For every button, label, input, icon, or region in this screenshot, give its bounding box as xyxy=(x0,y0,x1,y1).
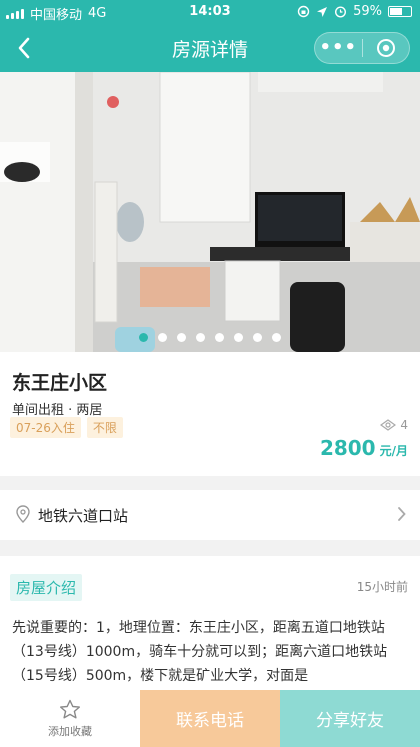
status-right: 59% xyxy=(297,4,412,19)
view-count: 4 xyxy=(380,418,408,432)
battery-icon xyxy=(388,6,412,17)
add-favorite-button[interactable]: 添加收藏 xyxy=(0,690,140,747)
price-value: 2800 xyxy=(319,436,376,460)
target-close-icon xyxy=(376,39,395,57)
listing-tags: 07-26入住 不限 xyxy=(10,417,123,438)
bottom-action-bar: 添加收藏 联系电话 分享好友 xyxy=(0,690,420,747)
listing-info-card: 东王庄小区 单间出租 · 两居 07-26入住 不限 4 2800 元/月 xyxy=(0,352,420,476)
carousel-dot[interactable] xyxy=(177,333,186,342)
share-friend-button[interactable]: 分享好友 xyxy=(280,690,420,747)
add-favorite-label: 添加收藏 xyxy=(48,724,92,738)
location-label: 地铁六道口站 xyxy=(38,507,129,525)
carousel-dot[interactable] xyxy=(215,333,224,342)
contact-phone-button[interactable]: 联系电话 xyxy=(140,690,280,747)
photo-carousel[interactable] xyxy=(0,72,420,352)
section-title: 房屋介绍 xyxy=(10,574,83,601)
listing-title: 东王庄小区 xyxy=(12,372,108,394)
carousel-dot[interactable] xyxy=(234,333,243,342)
location-arrow-icon xyxy=(317,6,328,17)
star-icon xyxy=(60,699,80,718)
carousel-indicator xyxy=(0,333,420,342)
move-in-date-tag: 07-26入住 xyxy=(10,417,81,438)
location-row[interactable]: 地铁六道口站 xyxy=(0,490,420,540)
more-button[interactable]: ••• xyxy=(315,33,362,63)
alarm-icon xyxy=(335,6,347,18)
app-root: 中国移动 4G 14:03 59% 房源详情 ••• 东王庄小区 单间出租 · … xyxy=(0,0,420,747)
description-text: 先说重要的：1，地理位置：东王庄小区，距离五道口地铁站（13号线）1000m，骑… xyxy=(12,620,388,684)
posted-time: 15小时前 xyxy=(356,580,408,594)
miniprogram-capsule: ••• xyxy=(314,32,410,64)
status-bar: 中国移动 4G 14:03 59% xyxy=(0,0,420,24)
listing-subtitle: 单间出租 · 两居 xyxy=(12,403,103,418)
carousel-dot[interactable] xyxy=(158,333,167,342)
eye-icon xyxy=(380,419,397,431)
gender-limit-tag: 不限 xyxy=(86,417,123,438)
price-unit: 元/月 xyxy=(379,444,408,458)
chevron-right-icon xyxy=(398,507,406,521)
carousel-dot[interactable] xyxy=(253,333,262,342)
top-bar: 中国移动 4G 14:03 59% 房源详情 ••• xyxy=(0,0,420,72)
carousel-dot[interactable] xyxy=(272,333,281,342)
price: 2800 元/月 xyxy=(320,436,408,460)
navigation-bar: 房源详情 ••• xyxy=(0,24,420,72)
battery-percent: 59% xyxy=(353,4,382,19)
carousel-dot[interactable] xyxy=(196,333,205,342)
map-pin-icon xyxy=(16,505,30,523)
view-count-value: 4 xyxy=(400,418,408,432)
orientation-lock-icon xyxy=(297,5,310,18)
carousel-dot[interactable] xyxy=(139,333,148,342)
close-miniprogram-button[interactable] xyxy=(363,38,410,58)
room-photo xyxy=(0,72,420,352)
